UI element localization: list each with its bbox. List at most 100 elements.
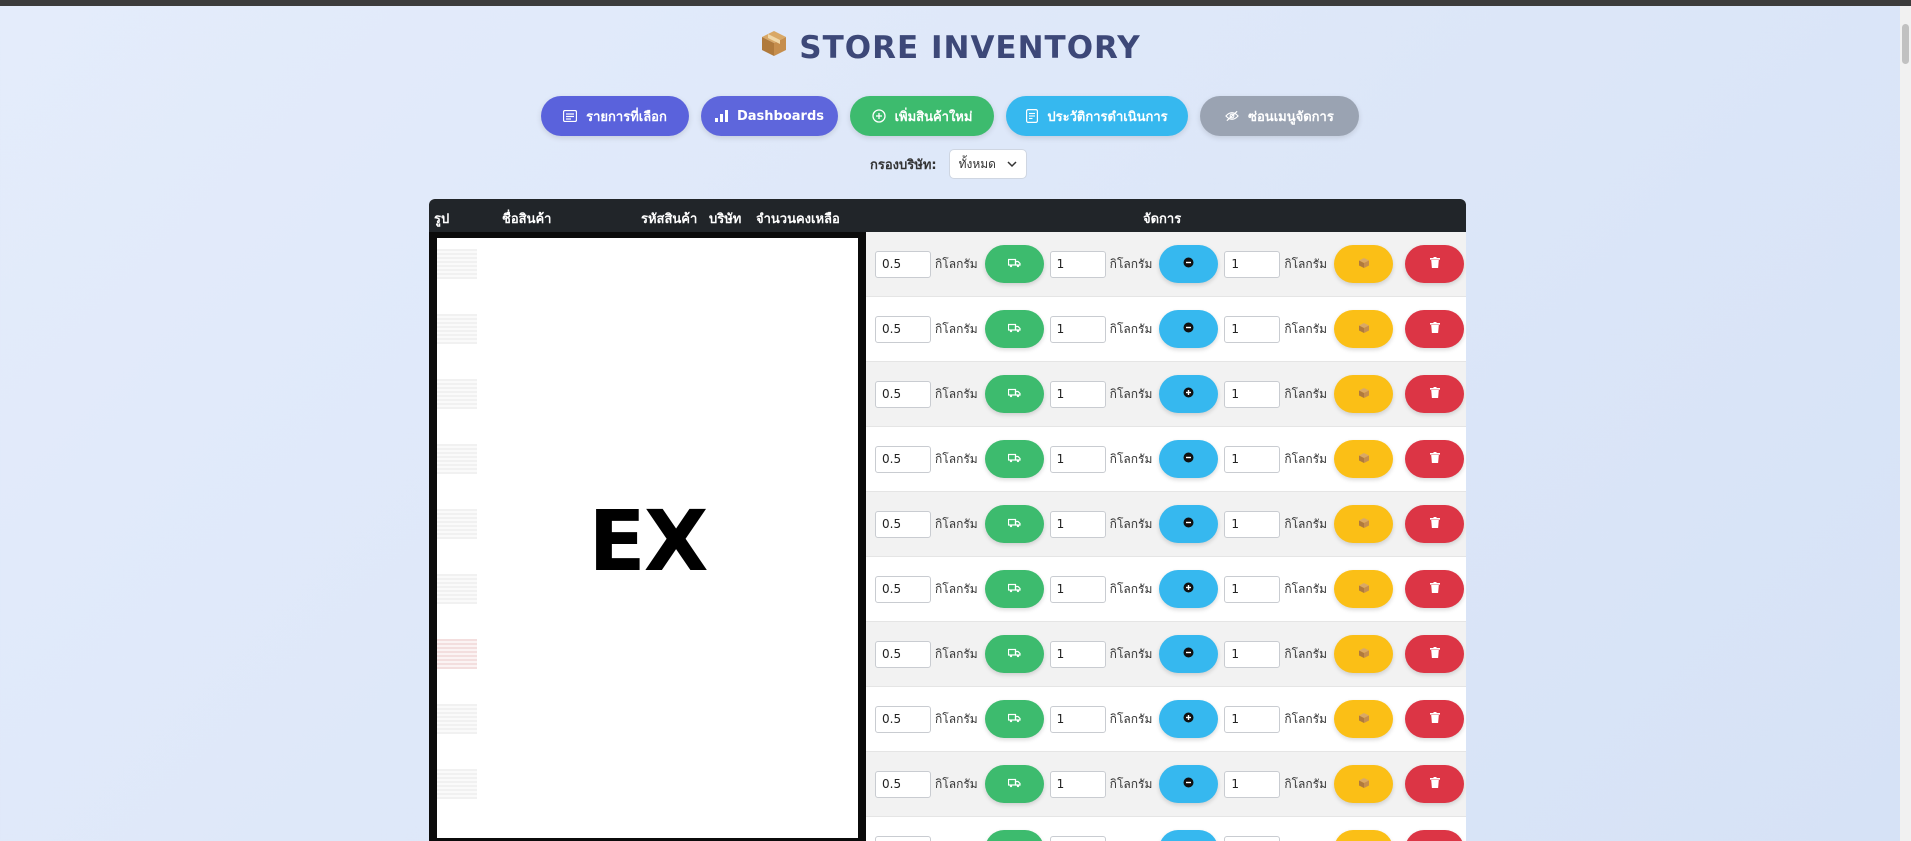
pack-quantity-input[interactable]: [1224, 380, 1281, 408]
delete-button[interactable]: [1405, 375, 1464, 413]
adjust-quantity-input[interactable]: [1049, 380, 1106, 408]
unit-label: กิโลกรัม: [1284, 516, 1328, 531]
unit-label: กิโลกรัม: [935, 516, 978, 531]
ship-button[interactable]: [984, 570, 1044, 608]
adjust-quantity-input[interactable]: [1049, 770, 1106, 798]
unit-label: กิโลกรัม: [1284, 451, 1328, 466]
box-icon: [1358, 777, 1370, 792]
redacted-thumbnail: [437, 509, 477, 539]
adjust-quantity-input[interactable]: [1049, 705, 1106, 733]
ship-quantity-input[interactable]: [875, 575, 931, 603]
pack-quantity-input[interactable]: [1224, 705, 1281, 733]
truck-icon: [1007, 322, 1021, 336]
delete-button[interactable]: [1405, 310, 1464, 348]
adjust-stock-button[interactable]: [1159, 440, 1219, 478]
delete-button[interactable]: [1405, 245, 1464, 283]
ship-quantity-input[interactable]: [875, 705, 931, 733]
delete-button[interactable]: [1405, 635, 1464, 673]
pack-button[interactable]: [1334, 310, 1394, 348]
delete-button[interactable]: [1405, 700, 1464, 738]
pack-quantity-input[interactable]: [1224, 445, 1281, 473]
pack-button[interactable]: [1334, 505, 1394, 543]
hide-menu-button[interactable]: ซ่อนเมนูจัดการ: [1200, 96, 1359, 136]
box-icon: [759, 28, 789, 66]
adjust-quantity-input[interactable]: [1049, 640, 1106, 668]
ship-quantity-input[interactable]: [875, 315, 931, 343]
ship-button[interactable]: [984, 700, 1044, 738]
adjust-stock-button[interactable]: [1159, 245, 1219, 283]
adjust-stock-button[interactable]: [1159, 310, 1219, 348]
adjust-quantity-input[interactable]: [1049, 835, 1106, 841]
ship-button[interactable]: [984, 765, 1044, 803]
plus-circle-icon: [1183, 712, 1194, 726]
adjust-quantity-input[interactable]: [1049, 250, 1106, 278]
ship-quantity-input[interactable]: [875, 380, 931, 408]
selected-items-button[interactable]: รายการที่เลือก: [541, 96, 689, 136]
table-row: กิโลกรัมกิโลกรัมกิโลกรัม: [866, 427, 1466, 492]
minus-circle-icon: [1183, 647, 1194, 661]
list-icon: [563, 109, 578, 123]
pack-button[interactable]: [1334, 635, 1394, 673]
eye-off-icon: [1225, 109, 1240, 123]
ship-quantity-input[interactable]: [875, 835, 931, 841]
adjust-stock-button[interactable]: [1159, 375, 1219, 413]
ship-quantity-input[interactable]: [875, 250, 931, 278]
delete-button[interactable]: [1405, 830, 1464, 841]
ship-quantity-input[interactable]: [875, 445, 931, 473]
pack-button[interactable]: [1334, 375, 1394, 413]
ship-quantity-input[interactable]: [875, 640, 931, 668]
delete-button[interactable]: [1405, 570, 1464, 608]
delete-button[interactable]: [1405, 505, 1464, 543]
pack-button[interactable]: [1334, 830, 1394, 841]
pack-quantity-input[interactable]: [1224, 315, 1281, 343]
minus-circle-icon: [1183, 257, 1194, 271]
ship-button[interactable]: [984, 440, 1044, 478]
page-scrollbar[interactable]: [1900, 6, 1911, 841]
adjust-stock-button[interactable]: [1159, 635, 1219, 673]
pack-button[interactable]: [1334, 700, 1394, 738]
pack-button[interactable]: [1334, 765, 1394, 803]
ship-button[interactable]: [984, 830, 1044, 841]
ship-button[interactable]: [984, 245, 1044, 283]
ship-button[interactable]: [984, 310, 1044, 348]
pack-quantity-input[interactable]: [1224, 640, 1281, 668]
ship-button[interactable]: [984, 635, 1044, 673]
scrollbar-thumb[interactable]: [1902, 24, 1909, 64]
adjust-stock-button[interactable]: [1159, 830, 1219, 841]
pack-button[interactable]: [1334, 245, 1394, 283]
unit-label: กิโลกรัม: [1109, 581, 1153, 596]
adjust-stock-button[interactable]: [1159, 570, 1219, 608]
adjust-stock-button[interactable]: [1159, 505, 1219, 543]
pack-quantity-input[interactable]: [1224, 835, 1281, 841]
trash-icon: [1429, 517, 1440, 531]
adjust-stock-button[interactable]: [1159, 765, 1219, 803]
adjust-quantity-input[interactable]: [1049, 315, 1106, 343]
pack-quantity-input[interactable]: [1224, 770, 1281, 798]
adjust-quantity-input[interactable]: [1049, 510, 1106, 538]
unit-label: กิโลกรัม: [1109, 711, 1153, 726]
pack-quantity-input[interactable]: [1224, 510, 1281, 538]
company-filter-select[interactable]: ทั้งหมด: [948, 149, 1027, 179]
ship-quantity-input[interactable]: [875, 770, 931, 798]
adjust-quantity-input[interactable]: [1049, 445, 1106, 473]
unit-label: กิโลกรัม: [935, 321, 978, 336]
plus-circle-icon: [1183, 582, 1194, 596]
pack-quantity-input[interactable]: [1224, 250, 1281, 278]
unit-label: กิโลกรัม: [1109, 451, 1153, 466]
add-product-button[interactable]: เพิ่มสินค้าใหม่: [850, 96, 994, 136]
ship-button[interactable]: [984, 505, 1044, 543]
history-button[interactable]: ประวัติการดำเนินการ: [1006, 96, 1188, 136]
column-header-image: รูป: [434, 212, 450, 227]
delete-button[interactable]: [1405, 440, 1464, 478]
pack-quantity-input[interactable]: [1224, 575, 1281, 603]
delete-button[interactable]: [1405, 765, 1464, 803]
ship-button[interactable]: [984, 375, 1044, 413]
adjust-stock-button[interactable]: [1159, 700, 1219, 738]
adjust-quantity-input[interactable]: [1049, 575, 1106, 603]
trash-icon: [1429, 582, 1440, 596]
ship-quantity-input[interactable]: [875, 510, 931, 538]
dashboards-button[interactable]: Dashboards: [701, 96, 838, 136]
table-row: กิโลกรัมกิโลกรัมกิโลกรัม: [866, 817, 1466, 841]
pack-button[interactable]: [1334, 570, 1394, 608]
pack-button[interactable]: [1334, 440, 1394, 478]
